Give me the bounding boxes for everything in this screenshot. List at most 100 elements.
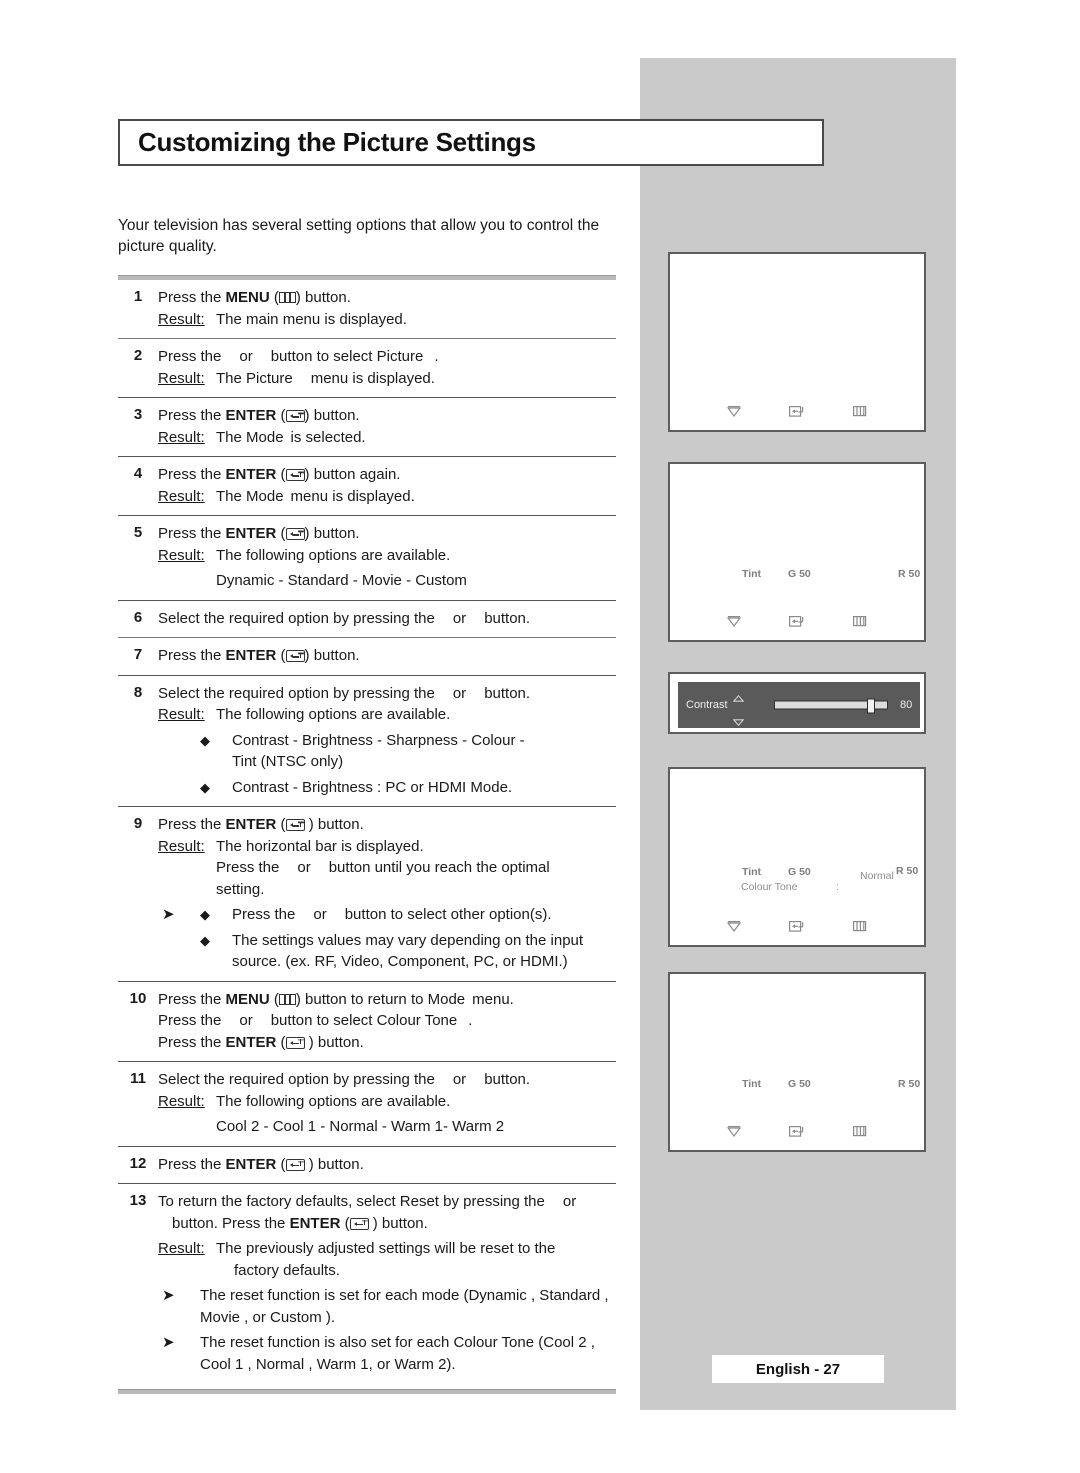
tv-screen-2: Tint G 50 R 50	[668, 462, 926, 642]
options-list: Cool 2 - Cool 1 - Normal - Warm 1- Warm …	[216, 1118, 505, 1135]
result-b: menu is displayed.	[290, 487, 415, 505]
osd-colour-tone-label: Colour Tone	[741, 881, 798, 893]
step-text-post: ) button.	[304, 1155, 364, 1173]
step-body: Select the required option by pressing t…	[158, 683, 618, 799]
step-body: Press the ENTER () button. Result: The fo…	[158, 523, 618, 592]
section-bottom-rule	[118, 1389, 616, 1394]
tv-screen-3: Contrast 80	[668, 672, 926, 734]
step-number: 6	[133, 608, 143, 626]
step-number: 11	[130, 1070, 146, 1087]
result-a: The Mode	[216, 428, 284, 446]
result-a: The Mode	[216, 487, 284, 505]
note-text: The reset function is set for each mode …	[200, 1287, 609, 1326]
step-text: Press the	[158, 466, 226, 483]
enter-keyword: ENTER	[225, 407, 277, 424]
menu-icon	[853, 614, 867, 632]
step-row: 13 To return the factory defaults, selec…	[118, 1184, 618, 1383]
result-label: Result:	[158, 1092, 205, 1110]
result-text: The following options are available.	[216, 546, 451, 564]
contrast-slider-knob[interactable]	[866, 698, 875, 714]
step-text-b3: .	[468, 1012, 473, 1029]
bullet-text: Contrast - Brightness : PC or HDMI Mode.	[232, 778, 513, 796]
note-text: The reset function is also set for each …	[200, 1334, 595, 1373]
note-item: ➤ The reset function is set for each mod…	[158, 1281, 618, 1328]
step-body: Press the MENU () button. Result: The mai…	[158, 287, 618, 330]
step-text-post: ) button.	[304, 647, 360, 664]
step-body: Press the ENTER () button again. Result:…	[158, 464, 618, 507]
step-text-post: ) button.	[304, 816, 364, 833]
step-text-post: ) button.	[295, 289, 351, 306]
step-number: 8	[133, 683, 143, 701]
enter-keyword: ENTER	[225, 466, 277, 483]
contrast-slider[interactable]	[774, 698, 888, 714]
osd-navbar	[670, 614, 924, 632]
move-down-icon	[726, 919, 742, 937]
step-number: 10	[129, 989, 147, 1007]
step-text-b2: button to select Colour Tone	[270, 1012, 458, 1029]
step-number: 3	[133, 406, 143, 423]
step-text: Press the	[158, 525, 226, 542]
move-down-icon	[726, 1124, 742, 1142]
step-text-post: ) button.	[368, 1214, 428, 1232]
step-body: Press the or button to select Picture. Res…	[158, 346, 618, 389]
step-text: Press the	[158, 816, 226, 833]
arrow-bullet-icon: ➤	[162, 906, 175, 923]
result-label: Result:	[158, 487, 205, 505]
menu-icon	[853, 919, 867, 937]
result-text-2: Press the or button until you reach the op…	[216, 857, 618, 879]
enter-icon	[285, 819, 305, 831]
options-list: Dynamic - Standard - Movie - Custom	[216, 572, 467, 589]
step-text: Press the	[158, 1155, 226, 1173]
note-item: ➤ The reset function is also set for eac…	[158, 1328, 618, 1375]
arrow-down-icon[interactable]	[732, 713, 745, 731]
bullet-item: ◆ Contrast - Brightness - Sharpness - Co…	[158, 726, 618, 773]
enter-keyword: ENTER	[225, 525, 277, 542]
step-body: Select the required option by pressing t…	[158, 608, 618, 630]
step-text-post: ) button to return to Mode	[295, 990, 466, 1008]
step-text-post: ) button.	[304, 407, 360, 424]
enter-keyword: ENTER	[225, 647, 277, 664]
step-body: Press the ENTER () button.	[158, 647, 360, 664]
step-row: 2 Press the or button to select Picture. R…	[118, 339, 618, 397]
enter-icon	[285, 410, 305, 422]
step-text: Press the	[158, 289, 226, 306]
arrow-up-icon[interactable]	[732, 689, 745, 707]
result-label: Result:	[158, 428, 205, 446]
menu-keyword: MENU	[225, 289, 270, 306]
tv-screen-1	[668, 252, 926, 432]
result-b: is selected.	[290, 428, 366, 446]
step-row: 10 Press the MENU () button to return to…	[118, 982, 618, 1062]
note-text: The settings values may vary depending o…	[232, 931, 584, 971]
enter-keyword: ENTER	[225, 1033, 277, 1051]
or-word: or	[452, 684, 467, 702]
or-word: or	[452, 609, 467, 627]
osd-green-value: G 50	[788, 568, 811, 580]
step-text-b: Press the	[158, 1012, 222, 1029]
result-label: Result:	[158, 1240, 205, 1257]
move-down-icon	[726, 404, 742, 422]
result-2c: button until you reach the optimal	[328, 859, 550, 876]
menu-icon	[278, 993, 296, 1005]
step-row: 9 Press the ENTER ( ) button. Result: Th…	[118, 807, 618, 981]
step-body: Press the MENU () button to return to Mo…	[158, 990, 514, 1051]
enter-icon	[789, 614, 805, 632]
step-number: 2	[133, 347, 143, 364]
or-word: or	[239, 1012, 253, 1029]
or-word: or	[452, 1071, 467, 1088]
menu-icon	[853, 1124, 867, 1142]
osd-navbar	[670, 1124, 924, 1142]
enter-icon	[285, 650, 305, 662]
result-label: Result:	[158, 837, 205, 855]
osd-colour-tone-value: Normal	[860, 870, 894, 882]
step-row: 3 Press the ENTER () button. Result: The …	[118, 398, 618, 456]
note-text-a: Press the	[232, 906, 296, 923]
step-row: 6 Select the required option by pressing…	[118, 601, 618, 638]
result-text: The previously adjusted settings will be…	[216, 1240, 556, 1257]
step-text: To return the factory defaults, select R…	[158, 1193, 545, 1210]
enter-keyword: ENTER	[225, 1155, 277, 1173]
menu-icon	[853, 404, 867, 422]
osd-red-value: R 50	[898, 568, 921, 580]
arrow-bullet-icon: ➤	[162, 1287, 175, 1304]
result-text: The following options are available.	[216, 706, 451, 723]
enter-icon	[789, 404, 805, 422]
